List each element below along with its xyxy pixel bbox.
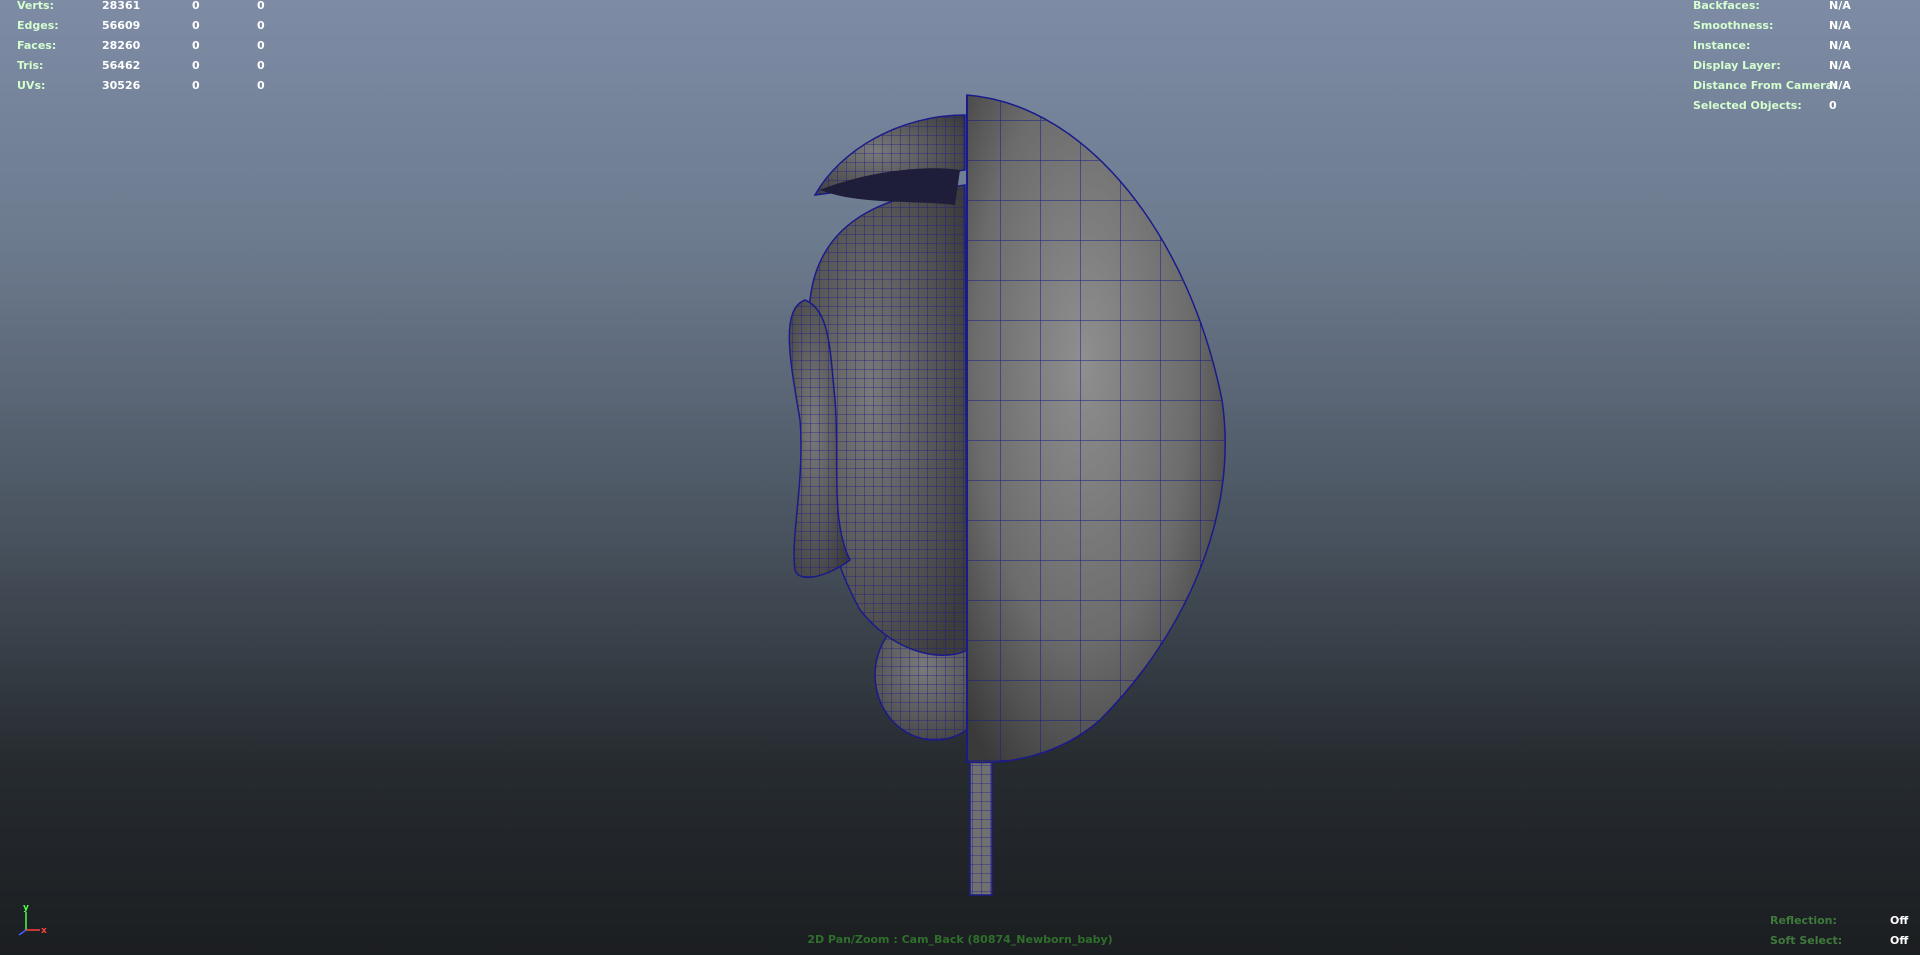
back-head-wire [967, 95, 1226, 763]
neck-wire [970, 755, 992, 895]
stat-label: Edges: [17, 19, 59, 32]
detail-row-smoothness: Smoothness: N/A [1693, 16, 1913, 36]
stat-value: 28260 [102, 39, 141, 52]
stat-value: 0 [257, 19, 265, 32]
stat-value: 0 [257, 0, 265, 12]
stat-row-verts: Verts: 28361 0 0 [17, 0, 277, 16]
stat-label: Faces: [17, 39, 57, 52]
detail-row-display-layer: Display Layer: N/A [1693, 56, 1913, 76]
object-details-hud: Backfaces: N/A Smoothness: N/A Instance:… [1693, 0, 1913, 116]
stat-row-uvs: UVs: 30526 0 0 [17, 76, 277, 96]
axis-x-label: x [41, 926, 47, 936]
stat-value: 0 [257, 39, 265, 52]
stat-row-edges: Edges: 56609 0 0 [17, 16, 277, 36]
stat-row-faces: Faces: 28260 0 0 [17, 36, 277, 56]
detail-label: Display Layer: [1693, 59, 1781, 72]
stat-value: 56609 [102, 19, 141, 32]
detail-label: Distance From Camera: [1693, 79, 1838, 92]
stat-row-tris: Tris: 56462 0 0 [17, 56, 277, 76]
stat-value: 0 [257, 79, 265, 92]
stat-label: Tris: [17, 59, 44, 72]
stat-value: 30526 [102, 79, 141, 92]
mode-label: Reflection: [1770, 914, 1837, 927]
3d-viewport[interactable]: Verts: 28361 0 0 Edges: 56609 0 0 Faces:… [0, 0, 1920, 955]
wireframe-head-mesh[interactable] [0, 0, 1920, 955]
stat-label: Verts: [17, 0, 55, 12]
stat-value: 0 [192, 59, 200, 72]
stat-value: 0 [192, 79, 200, 92]
stat-value: 0 [257, 59, 265, 72]
axis-y-label: y [23, 903, 29, 913]
detail-value: N/A [1829, 79, 1851, 92]
stat-value: 56462 [102, 59, 141, 72]
poly-count-hud: Verts: 28361 0 0 Edges: 56609 0 0 Faces:… [17, 0, 277, 96]
detail-value: N/A [1829, 0, 1851, 12]
detail-label: Backfaces: [1693, 0, 1760, 12]
axis-gizmo-icon: y x [18, 903, 47, 936]
detail-value: N/A [1829, 19, 1851, 32]
mode-value: Off [1890, 914, 1909, 927]
stat-value: 0 [192, 19, 200, 32]
detail-value: 0 [1829, 99, 1837, 112]
detail-label: Instance: [1693, 39, 1751, 52]
stat-value: 28361 [102, 0, 141, 12]
camera-name-label: 2D Pan/Zoom : Cam_Back (80874_Newborn_ba… [807, 933, 1113, 946]
detail-row-instance: Instance: N/A [1693, 36, 1913, 56]
mode-row-reflection: Reflection: Off [1770, 911, 1915, 931]
detail-row-backfaces: Backfaces: N/A [1693, 0, 1913, 16]
detail-row-selected-objects: Selected Objects: 0 [1693, 96, 1913, 116]
stat-value: 0 [192, 0, 200, 12]
stat-label: UVs: [17, 79, 46, 92]
detail-row-distance: Distance From Camera: N/A [1693, 76, 1913, 96]
detail-value: N/A [1829, 39, 1851, 52]
detail-value: N/A [1829, 59, 1851, 72]
detail-label: Smoothness: [1693, 19, 1774, 32]
stat-value: 0 [192, 39, 200, 52]
detail-label: Selected Objects: [1693, 99, 1802, 112]
